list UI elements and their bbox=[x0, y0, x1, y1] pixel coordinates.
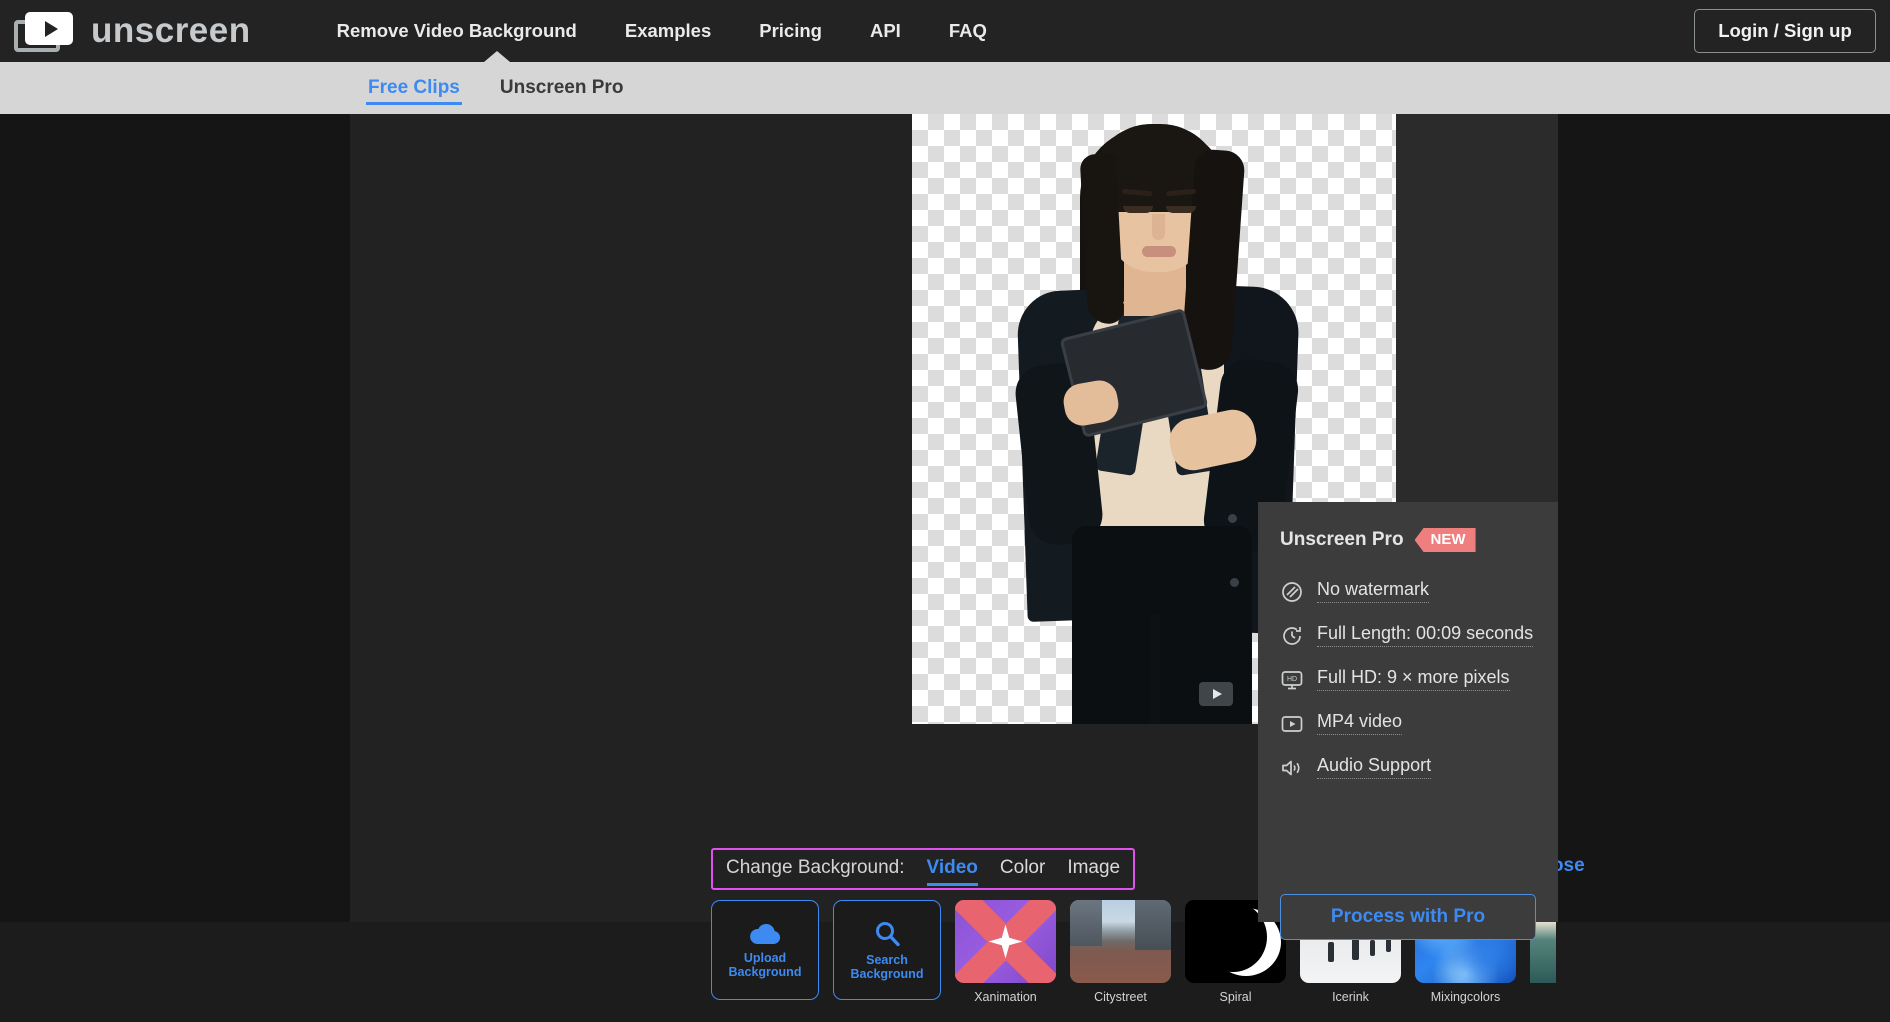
change-background-label: Change Background: bbox=[726, 857, 905, 878]
nav-links: Remove Video Background Examples Pricing… bbox=[313, 0, 1011, 62]
login-signup-button[interactable]: Login / Sign up bbox=[1694, 9, 1876, 53]
speaker-waves-icon bbox=[1282, 760, 1300, 776]
video-play-watermark-icon bbox=[1199, 682, 1233, 706]
thumbnail-label: Xanimation bbox=[974, 990, 1037, 1004]
feature-mp4-video: MP4 video bbox=[1280, 710, 1536, 736]
editor-column: Change Background: Video Color Image ✖ C… bbox=[350, 114, 1585, 1004]
pro-panel-header: Unscreen Pro NEW bbox=[1280, 528, 1536, 552]
upload-background-tile[interactable]: Upload Background bbox=[711, 900, 819, 1000]
feature-label: Full HD: 9 × more pixels bbox=[1317, 666, 1510, 691]
clock-refresh-icon bbox=[1283, 627, 1301, 645]
nav-faq[interactable]: FAQ bbox=[925, 0, 1011, 62]
feature-label: Audio Support bbox=[1317, 754, 1432, 779]
left-gutter bbox=[0, 114, 350, 922]
upload-background-label-line2: Background bbox=[728, 964, 802, 979]
search-background-label-line1: Search bbox=[866, 952, 908, 967]
thumbnail-label: Spiral bbox=[1219, 990, 1252, 1004]
thumbnail-art bbox=[955, 900, 1056, 983]
feature-audio-support: Audio Support bbox=[1280, 754, 1536, 780]
new-badge: NEW bbox=[1414, 528, 1476, 552]
change-background-bar: Change Background: Video Color Image bbox=[711, 848, 1136, 890]
search-icon bbox=[876, 921, 900, 946]
svg-text:HD: HD bbox=[1287, 676, 1297, 683]
unscreen-pro-panel: Unscreen Pro NEW No watermark Full Lengt… bbox=[1258, 502, 1558, 940]
thumbnail-label: Citystreet bbox=[1094, 990, 1147, 1004]
feature-label: MP4 video bbox=[1317, 710, 1403, 735]
no-watermark-icon bbox=[1282, 582, 1302, 602]
search-background-label-line2: Background bbox=[850, 966, 924, 981]
pro-panel-title: Unscreen Pro bbox=[1280, 529, 1404, 550]
sub-tab-bar: Free Clips Unscreen Pro bbox=[0, 62, 1890, 114]
thumbnail-art bbox=[1070, 900, 1171, 983]
upload-background-label-line1: Upload bbox=[743, 950, 787, 965]
top-navigation-bar: unscreen Remove Video Background Example… bbox=[0, 0, 1890, 62]
tab-unscreen-pro[interactable]: Unscreen Pro bbox=[498, 62, 626, 114]
video-play-icon bbox=[1281, 716, 1303, 732]
thumbnail-label: Icerink bbox=[1332, 990, 1369, 1004]
bg-mode-image[interactable]: Image bbox=[1067, 857, 1120, 879]
brand-name: unscreen bbox=[91, 11, 251, 50]
thumbnail-xanimation[interactable]: Xanimation bbox=[955, 900, 1056, 1022]
change-background-highlight-box: Change Background: Video Color Image bbox=[711, 848, 1136, 890]
video-frames-play-icon bbox=[14, 10, 78, 52]
process-with-pro-button[interactable]: Process with Pro bbox=[1280, 894, 1536, 940]
feature-full-hd: HD Full HD: 9 × more pixels bbox=[1280, 666, 1536, 692]
search-background-tile[interactable]: Search Background bbox=[833, 900, 941, 1000]
active-nav-caret-icon bbox=[484, 51, 510, 62]
tab-free-clips[interactable]: Free Clips bbox=[366, 62, 462, 114]
nav-pricing[interactable]: Pricing bbox=[735, 0, 846, 62]
bg-mode-video[interactable]: Video bbox=[926, 857, 979, 886]
nav-examples[interactable]: Examples bbox=[601, 0, 735, 62]
thumbnail-label: Mixingcolors bbox=[1430, 990, 1501, 1004]
bg-mode-color[interactable]: Color bbox=[1000, 857, 1045, 879]
thumbnail-citystreet[interactable]: Citystreet bbox=[1070, 900, 1171, 1022]
right-gutter bbox=[1558, 114, 1890, 922]
nav-api[interactable]: API bbox=[846, 0, 925, 62]
cloud-upload-icon bbox=[750, 923, 781, 944]
feature-full-length: Full Length: 00:09 seconds bbox=[1280, 622, 1536, 648]
nav-remove-video-background[interactable]: Remove Video Background bbox=[313, 0, 601, 62]
editor-stage: Change Background: Video Color Image ✖ C… bbox=[0, 114, 1890, 1004]
hd-monitor-icon: HD bbox=[1281, 671, 1303, 690]
feature-label: No watermark bbox=[1317, 578, 1430, 603]
feature-no-watermark: No watermark bbox=[1280, 578, 1536, 604]
feature-label: Full Length: 00:09 seconds bbox=[1317, 622, 1534, 647]
brand-logo[interactable]: unscreen bbox=[14, 10, 251, 52]
